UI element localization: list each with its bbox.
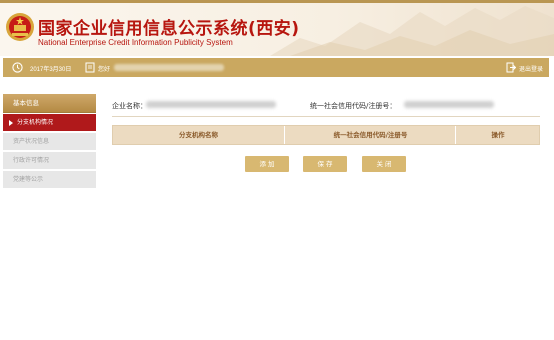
column-header-actions: 操作: [455, 126, 540, 144]
sidebar-item-assets[interactable]: 资产状况信息: [3, 133, 96, 150]
close-button[interactable]: 关 闭: [362, 156, 406, 172]
company-info-row: 企业名称： 统一社会信用代码/注册号：: [112, 94, 540, 116]
national-emblem-icon: [6, 13, 34, 41]
branch-table-header: 分支机构名称 统一社会信用代码/注册号 操作: [112, 125, 540, 145]
credit-code-label: 统一社会信用代码/注册号：: [310, 102, 397, 110]
top-info-bar: 2017年3月30日 您好 退出登录: [3, 58, 549, 77]
main-content: 企业名称： 统一社会信用代码/注册号：: [112, 94, 540, 116]
clock-icon: [12, 62, 23, 73]
user-icon: [85, 62, 95, 73]
column-header-credit-code: 统一社会信用代码/注册号: [284, 126, 456, 144]
credit-code-redacted: [404, 101, 494, 108]
company-name-redacted: [146, 101, 276, 108]
logout-icon[interactable]: [506, 62, 516, 73]
save-button[interactable]: 保 存: [303, 156, 347, 172]
column-header-branch-name: 分支机构名称: [179, 131, 218, 139]
user-name-redacted: [114, 64, 224, 71]
divider: [112, 116, 540, 117]
company-name-label: 企业名称：: [112, 102, 147, 110]
site-subtitle: National Enterprise Credit Information P…: [38, 38, 233, 47]
site-header: 国家企业信用信息公示系统(西安) National Enterprise Cre…: [0, 0, 554, 56]
sidebar-item-label: 分支机构情况: [17, 119, 54, 126]
sidebar-item-branch[interactable]: 分支机构情况: [3, 114, 96, 131]
sidebar-item-license[interactable]: 行政许可情况: [3, 152, 96, 169]
sidebar-header[interactable]: 基本信息: [3, 94, 96, 113]
arrow-right-icon: [9, 119, 13, 126]
sidebar-nav: 基本信息 分支机构情况 资产状况信息 行政许可情况 党建等公示: [3, 94, 96, 188]
mountain-background: [270, 6, 554, 56]
greeting-text: 您好: [98, 67, 111, 73]
logout-link[interactable]: 退出登录: [519, 64, 543, 73]
sidebar-item-party[interactable]: 党建等公示: [3, 171, 96, 188]
site-title: 国家企业信用信息公示系统(西安): [38, 19, 300, 39]
current-date: 2017年3月30日: [30, 67, 72, 73]
add-button[interactable]: 添 加: [245, 156, 289, 172]
